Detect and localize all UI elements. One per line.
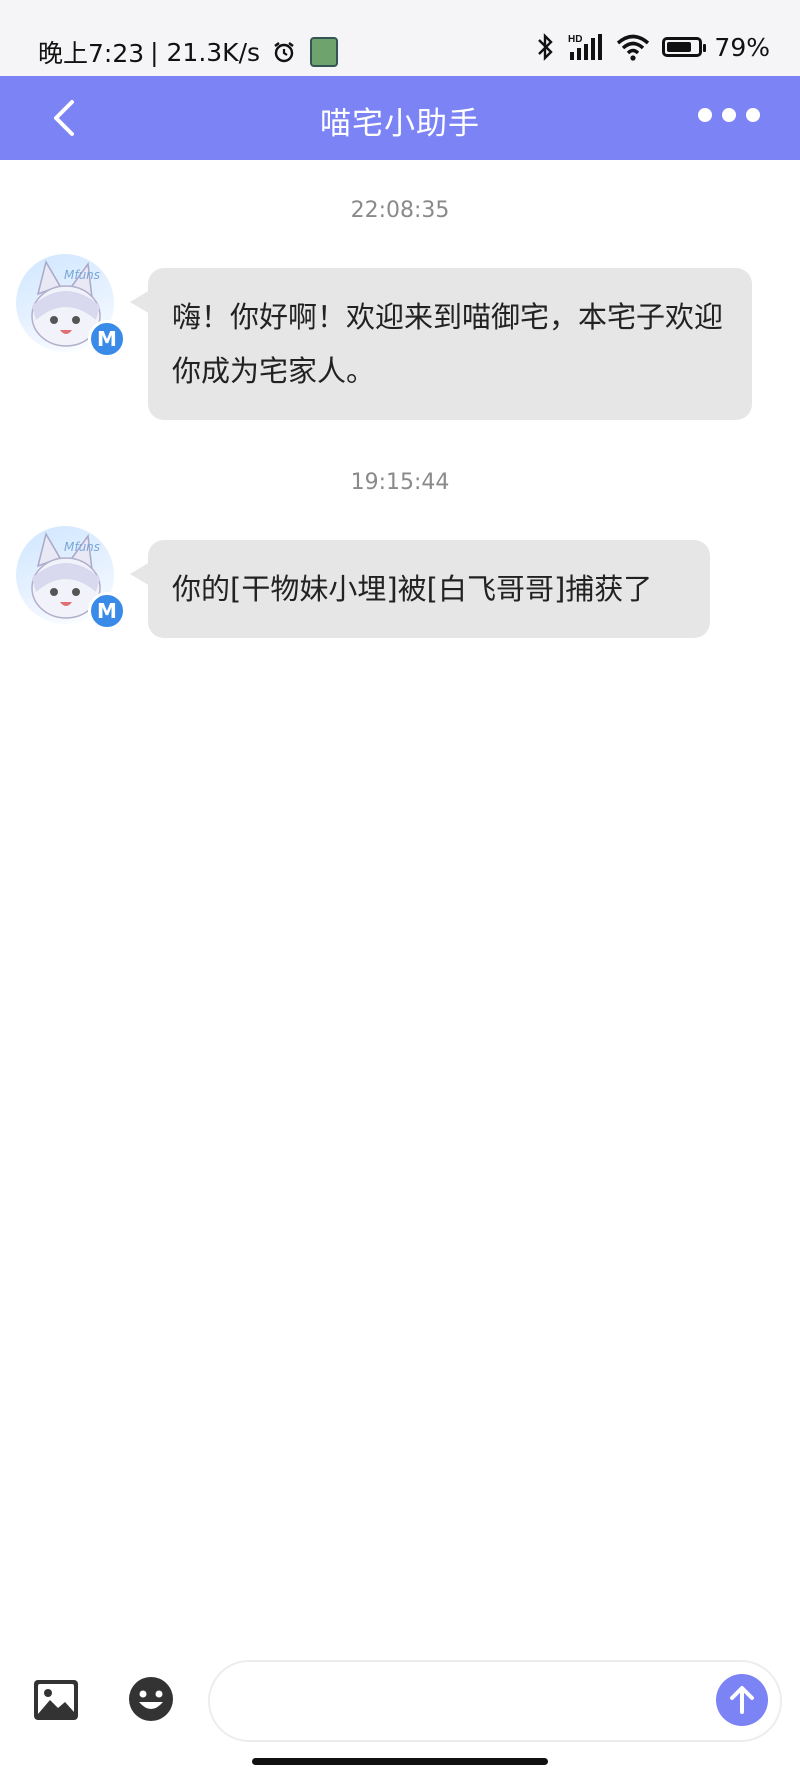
avatar[interactable]: Mfuns M (16, 526, 126, 630)
status-bar-right: HD 79% (536, 32, 770, 62)
composer-bar (0, 1640, 800, 1778)
avatar[interactable]: Mfuns M (16, 254, 126, 358)
verified-badge-icon: M (88, 592, 126, 630)
image-icon[interactable] (32, 1678, 80, 1722)
message-timestamp: 19:15:44 (350, 470, 450, 495)
alarm-icon (274, 42, 294, 63)
battery-percent: 79% (714, 32, 770, 62)
avatar-caption: Mfuns (64, 540, 101, 554)
more-options-button[interactable] (698, 108, 760, 122)
send-button[interactable] (716, 1674, 768, 1726)
more-dot-icon (746, 108, 760, 122)
status-time: 晚上7:23 (38, 39, 145, 68)
message-bubble[interactable]: 嗨！你好啊！欢迎来到喵御宅，本宅子欢迎你成为宅家人。 (130, 268, 752, 420)
more-dot-icon (722, 108, 736, 122)
message-input[interactable] (208, 1660, 782, 1742)
emoji-icon[interactable] (128, 1676, 174, 1722)
bluetooth-icon (538, 33, 554, 61)
battery-level-fill (667, 42, 692, 52)
status-bar: 晚上7:23 | 21.3K/s HD 79% (0, 0, 800, 76)
message-bubble[interactable]: 你的[干物妹小埋]被[白飞哥哥]捕获了 (130, 540, 710, 638)
verified-badge-icon: M (88, 320, 126, 358)
message-timestamp: 22:08:35 (350, 198, 450, 223)
send-arrow-up-icon (730, 1686, 754, 1714)
chat-title: 喵宅小助手 (320, 106, 480, 142)
app-notification-icon (310, 37, 339, 67)
status-bar-left: 晚上7:23 | 21.3K/s (38, 34, 339, 70)
avatar-caption: Mfuns (64, 268, 101, 282)
signal-icon: HD (568, 34, 603, 60)
wifi-icon (617, 34, 650, 61)
more-dot-icon (698, 108, 712, 122)
status-net-speed: | 21.3K/s (150, 37, 261, 67)
chat-header: 喵宅小助手 (0, 76, 800, 160)
battery-icon (662, 37, 707, 57)
network-type-label: HD (568, 34, 582, 45)
home-indicator (252, 1758, 548, 1765)
